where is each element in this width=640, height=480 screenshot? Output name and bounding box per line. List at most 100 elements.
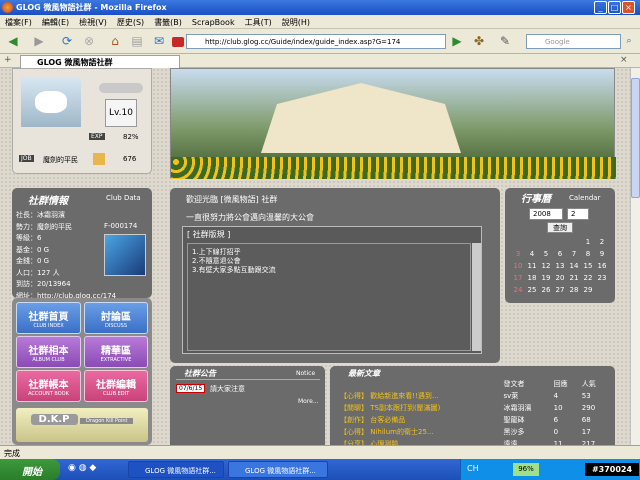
calendar-panel: 行事曆 Calendar 2008 2 查詢 1 2 3 4 5 6 7 8 9 10 11 12 13… (505, 188, 615, 303)
calendar-day[interactable]: 28 (567, 284, 581, 296)
taskbar-item-2[interactable]: GLOG 微風物語社群... (228, 461, 328, 478)
calendar-day[interactable]: 23 (595, 272, 609, 284)
forward-icon[interactable]: ▶ (30, 33, 48, 49)
notice-more-link[interactable]: More... (298, 398, 319, 405)
notice-divider (176, 379, 320, 380)
club-index-button[interactable]: 社群首頁 CLUB INDEX (16, 302, 81, 334)
tab-active[interactable]: GLOG 微風物語社群 (20, 55, 180, 68)
search-input[interactable]: Google (526, 34, 621, 49)
calendar-day[interactable]: 19 (539, 272, 553, 284)
calendar-day[interactable]: 4 (525, 248, 539, 260)
close-button[interactable]: × (622, 1, 635, 14)
page-scrollbar[interactable] (630, 68, 640, 445)
menu-item-1[interactable]: 編輯(E) (37, 15, 74, 28)
reload-icon[interactable]: ⟳ (58, 33, 76, 49)
calendar-day[interactable]: 6 (553, 248, 567, 260)
extension-icon[interactable]: ✤ (470, 33, 488, 49)
extractive-button[interactable]: 精華區 EXTRACTIVE (84, 336, 148, 368)
album-button[interactable]: 社群相本 ALBUM CLUB (16, 336, 81, 368)
month-select[interactable]: 2 (567, 208, 589, 220)
calendar-day[interactable]: 27 (553, 284, 567, 296)
calendar-day[interactable]: 17 (511, 272, 525, 284)
menu-item-6[interactable]: 工具(T) (240, 15, 277, 28)
menu-item-7[interactable]: 說明(H) (277, 15, 315, 28)
calendar-day[interactable]: 26 (539, 284, 553, 296)
close-tab-icon[interactable]: × (620, 55, 628, 65)
level-box: Lv.10 (105, 99, 137, 127)
calendar-day[interactable]: 1 (581, 236, 595, 248)
go-icon[interactable]: ▶ (448, 33, 466, 49)
table-row[interactable]: 【閒聊】 TS副本跟打到(壓滿圖) 冰霜羽濱 10 290 (338, 402, 608, 414)
back-icon[interactable]: ◀ (4, 33, 22, 49)
table-cell: sv萊 (503, 392, 519, 400)
calendar-day[interactable]: 18 (525, 272, 539, 284)
maximize-button[interactable]: □ (608, 1, 621, 14)
query-button[interactable]: 查詢 (547, 222, 573, 233)
notice-link[interactable]: 請大家注意 (210, 384, 245, 394)
calendar-day[interactable]: 8 (581, 248, 595, 260)
year-select[interactable]: 2008 (529, 208, 563, 220)
menu-item-5[interactable]: ScrapBook (187, 16, 240, 27)
table-cell[interactable]: 【閒聊】 TS副本跟打到(壓滿圖) (338, 402, 502, 414)
start-button[interactable]: 開始 (0, 459, 60, 480)
menu-item-2[interactable]: 檢視(V) (74, 15, 112, 28)
search-icon[interactable]: ⌕ (620, 33, 638, 49)
calendar-day[interactable]: 9 (595, 248, 609, 260)
status-bar: 完成 (0, 445, 640, 459)
calendar-day[interactable]: 13 (553, 260, 567, 272)
calendar-day[interactable]: 14 (567, 260, 581, 272)
scrollbar-thumb[interactable] (631, 78, 640, 198)
menu-bar: 檔案(F) 編輯(E) 檢視(V) 歷史(S) 書籤(B) ScrapBook 工具(T) 說… (0, 15, 640, 29)
calendar-day[interactable]: 21 (567, 272, 581, 284)
table-cell[interactable]: 【心得】 歡給新進來看!!遇到... (338, 390, 502, 402)
account-book-button[interactable]: 社群帳本 ACCOUNT BOOK (16, 370, 81, 402)
calendar-day[interactable]: 25 (525, 284, 539, 296)
menu-item-0[interactable]: 檔案(F) (0, 15, 37, 28)
calendar-day[interactable]: 22 (581, 272, 595, 284)
scrapbook-icon[interactable]: ▤ (128, 33, 146, 49)
table-cell[interactable]: 【創作】 台客必備品 (338, 414, 502, 426)
articles-header (338, 378, 502, 390)
minimize-button[interactable]: _ (594, 1, 607, 14)
calendar-day[interactable]: 16 (595, 260, 609, 272)
calendar-day[interactable]: 3 (511, 248, 525, 260)
table-row[interactable]: 【分享】 心理測驗......... 遠遠 11 217 (338, 438, 608, 445)
url-input[interactable]: http://club.glog.cc/Guide/index/guide_in… (186, 34, 446, 49)
calendar-day (539, 236, 553, 248)
calendar-day[interactable]: 29 (581, 284, 595, 296)
dkp-button[interactable]: D.K.P Dragon Kill Point (16, 408, 148, 442)
calendar-day[interactable]: 2 (595, 236, 609, 248)
menu-item-4[interactable]: 書籤(B) (149, 15, 187, 28)
table-cell[interactable]: 【心得】 Nihilum的衛士25... (338, 426, 502, 438)
calendar-day[interactable]: 7 (567, 248, 581, 260)
notice-date: 07/6/15 (176, 384, 206, 393)
language-indicator[interactable]: CH (467, 464, 479, 473)
calendar-day[interactable]: 20 (553, 272, 567, 284)
adblock-icon[interactable] (172, 37, 184, 47)
stop-icon[interactable]: ⊗ (80, 33, 98, 49)
club-edit-button[interactable]: 社群編輯 CLUB EDIT (84, 370, 148, 402)
calendar-day[interactable]: 5 (539, 248, 553, 260)
table-row[interactable]: 【心得】 歡給新進來看!!遇到... sv萊 4 53 (338, 390, 608, 402)
taskbar-item-1[interactable]: GLOG 微風物語社群... (128, 461, 224, 478)
rules-scrollbar[interactable] (472, 243, 481, 351)
home-icon[interactable]: ⌂ (106, 33, 124, 49)
discuss-button[interactable]: 討論區 DISCUSS (84, 302, 148, 334)
quicklaunch-icons[interactable]: ◉ ◍ ◆ (68, 463, 96, 473)
table-row[interactable]: 【心得】 Nihilum的衛士25... 黑沙多 0 17 (338, 426, 608, 438)
calendar-day[interactable]: 15 (581, 260, 595, 272)
tool-icon[interactable]: ✎ (496, 33, 514, 49)
table-row[interactable]: 【創作】 台客必備品 聖龍砵 6 68 (338, 414, 608, 426)
table-cell: 遠遠 (503, 440, 518, 445)
battery-indicator[interactable]: 96% (513, 463, 539, 476)
table-cell: 53 (581, 392, 591, 400)
menu-item-3[interactable]: 歷史(S) (112, 15, 149, 28)
bookmark-icon[interactable]: ✉ (150, 33, 168, 49)
rules-title: [ 社群版規 ] (187, 230, 231, 239)
new-tab-icon[interactable]: + (4, 55, 12, 65)
calendar-day[interactable]: 11 (525, 260, 539, 272)
calendar-day[interactable]: 10 (511, 260, 525, 272)
table-cell[interactable]: 【分享】 心理測驗......... (338, 438, 502, 445)
calendar-day[interactable]: 12 (539, 260, 553, 272)
calendar-day[interactable]: 24 (511, 284, 525, 296)
